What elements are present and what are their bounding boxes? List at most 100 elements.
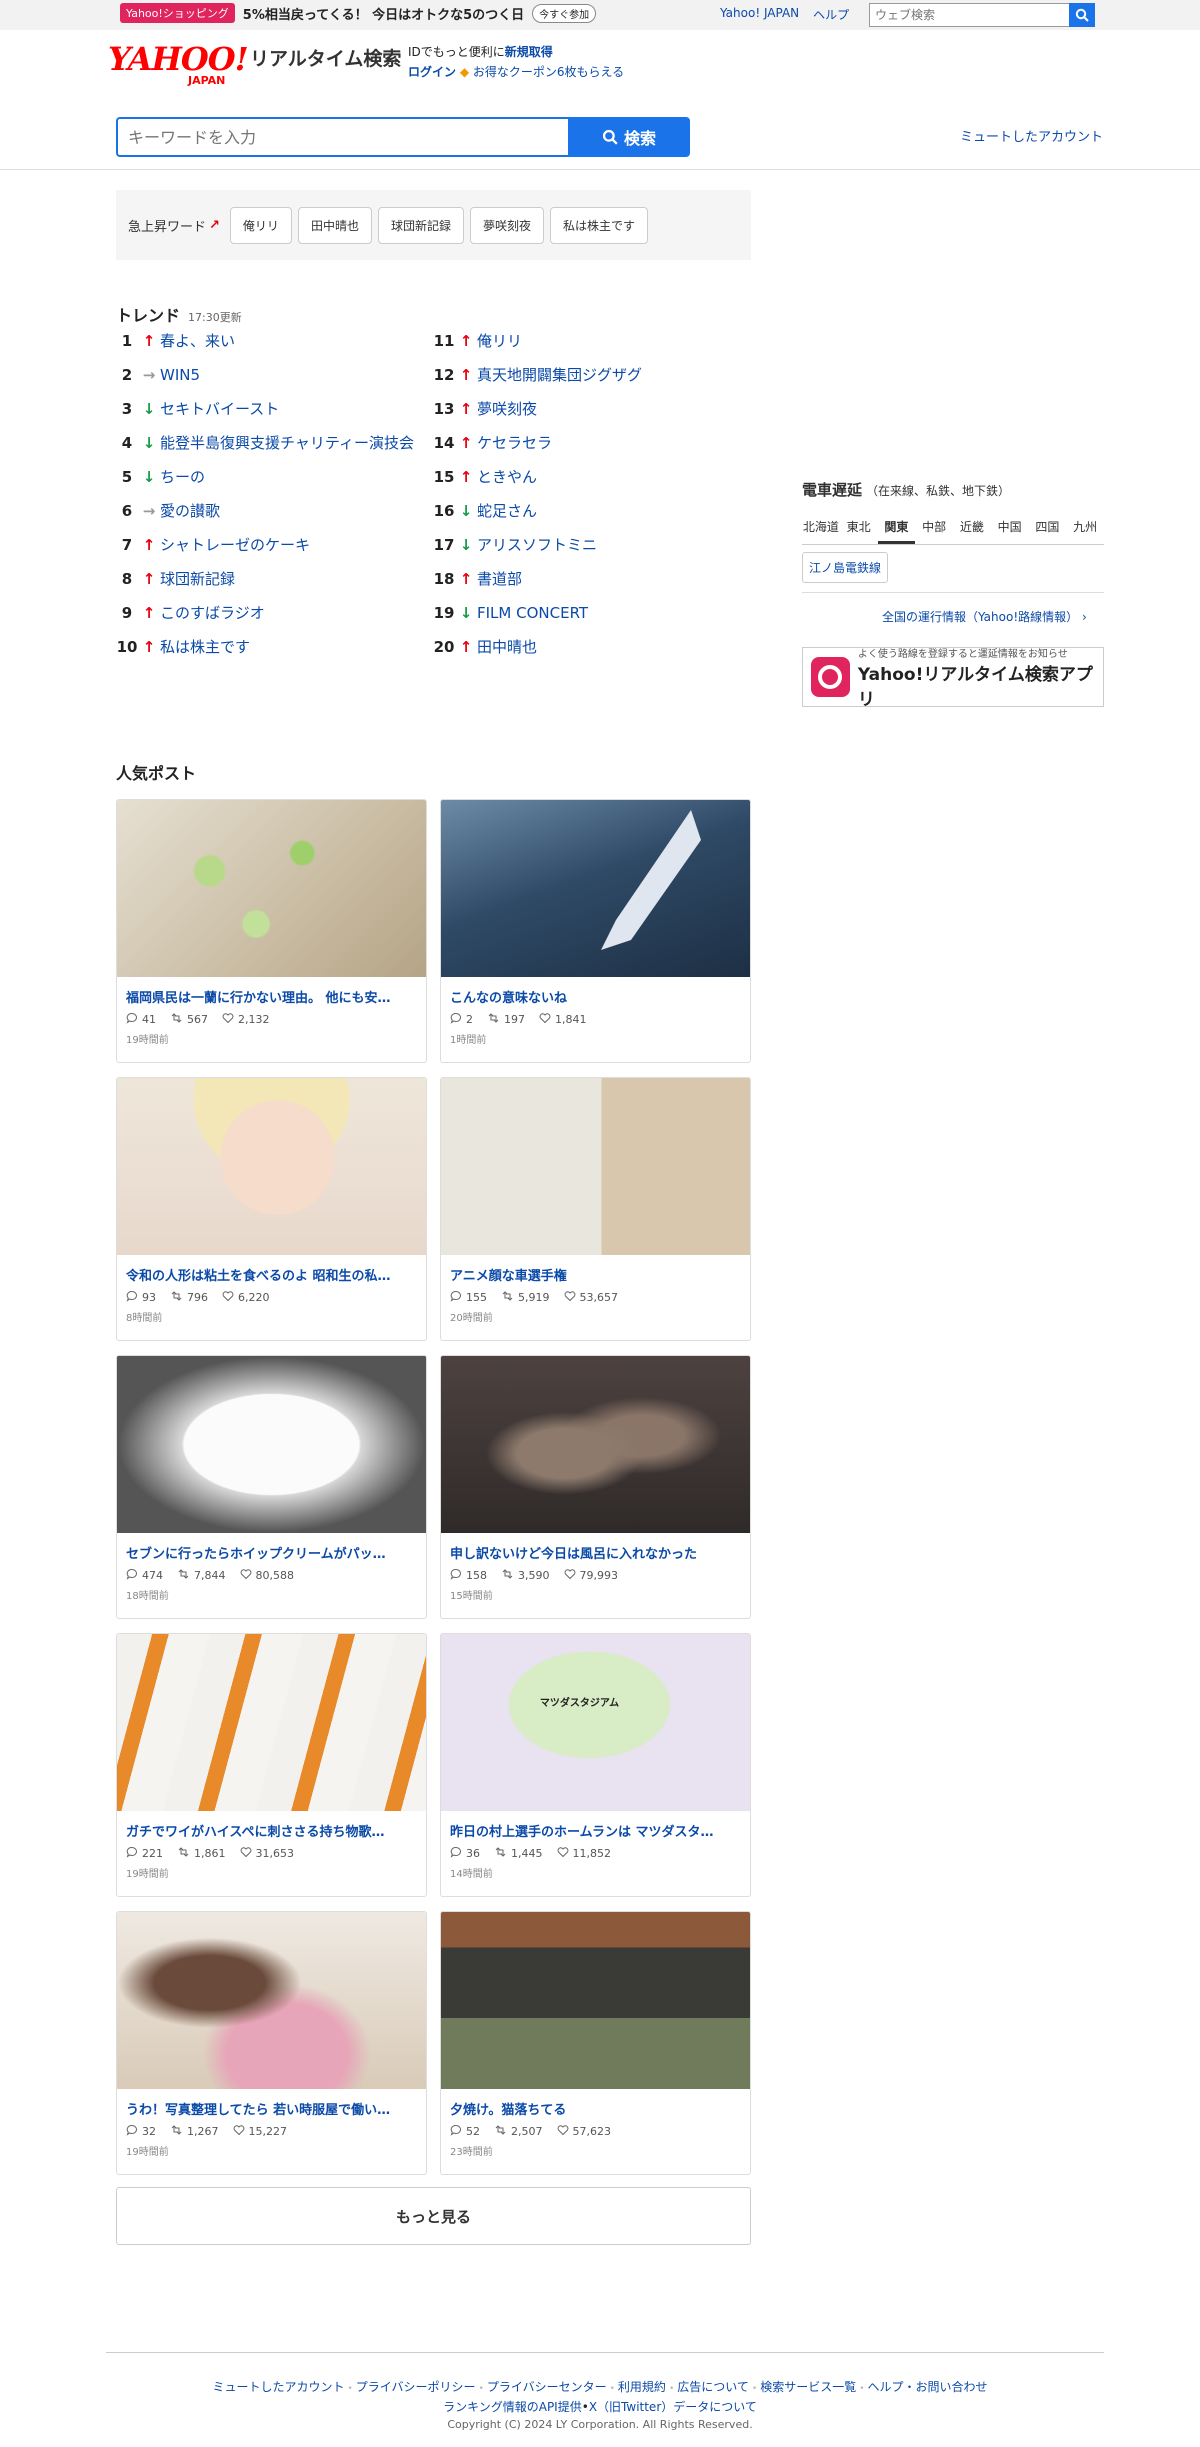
footer-link[interactable]: ミュートしたアカウント [212, 2380, 344, 2394]
rising-word-chip[interactable]: 私は株主です [549, 206, 648, 244]
region-tab[interactable]: 東北 [840, 512, 878, 544]
trend-item[interactable]: 3 ↓ セキトバイースト [116, 400, 426, 434]
trend-item[interactable]: 20 ↑ 田中晴也 [433, 638, 743, 672]
trend-word-link[interactable]: 能登半島復興支援チャリティー演技会 [160, 434, 426, 452]
web-search-button[interactable] [1069, 3, 1095, 27]
footer-link[interactable]: プライバシーセンター [487, 2380, 607, 2394]
post-image[interactable] [117, 1078, 426, 1255]
post-image[interactable] [441, 800, 750, 977]
post-card[interactable]: 令和の人形は粘土を食べるのよ 昭和生の私… 93 796 6,220 8時間前 [116, 1077, 427, 1341]
post-card[interactable]: マツダスタジアム 昨日の村上選手のホームランは マツダスタ… 36 1,445 11,8… [440, 1633, 751, 1897]
trend-word-link[interactable]: このすばラジオ [160, 604, 426, 622]
post-card[interactable]: アニメ顔な車選手権 155 5,919 53,657 20時間前 [440, 1077, 751, 1341]
post-title[interactable]: 申し訳ないけど今日は風呂に入れなかった [441, 1533, 750, 1562]
trend-word-link[interactable]: 俺リリ [477, 332, 743, 350]
trend-item[interactable]: 16 ↓ 蛇足さん [433, 502, 743, 536]
post-card[interactable]: 夕焼け。猫落ちてる 52 2,507 57,623 23時間前 [440, 1911, 751, 2175]
post-card[interactable]: ガチでワイがハイスペに刺ささる持ち物歌… 221 1,861 31,653 19時間前 [116, 1633, 427, 1897]
region-tab[interactable]: 四国 [1029, 512, 1067, 544]
trend-item[interactable]: 18 ↑ 書道部 [433, 570, 743, 604]
footer-link[interactable]: X（旧Twitter）データについて [589, 2400, 757, 2414]
post-card[interactable]: こんなの意味ないね 2 197 1,841 1時間前 [440, 799, 751, 1063]
service-name[interactable]: リアルタイム検索 [250, 44, 401, 71]
post-card[interactable]: うわ！写真整理してたら 若い時服屋で働い… 32 1,267 15,227 19時間前 [116, 1911, 427, 2175]
trend-word-link[interactable]: 球団新記録 [160, 570, 426, 588]
rising-word-chip[interactable]: 夢咲刻夜 [469, 206, 544, 244]
region-tab[interactable]: 北海道 [802, 512, 840, 544]
trend-word-link[interactable]: 真天地開闢集団ジグザグ [477, 366, 743, 384]
promo-join-button[interactable]: 今すぐ参加 [532, 3, 597, 23]
trend-item[interactable]: 1 ↑ 春よ、来い [116, 332, 426, 366]
footer-link[interactable]: ランキング情報のAPI提供 [443, 2400, 582, 2414]
muted-accounts-link[interactable]: ミュートしたアカウント [960, 126, 1103, 145]
more-button[interactable]: もっと見る [116, 2187, 751, 2245]
coupon-link[interactable]: お得なクーポン6枚もらえる [473, 65, 624, 79]
region-tab[interactable]: 近畿 [953, 512, 991, 544]
post-title[interactable]: 福岡県民は一蘭に行かない理由。 他にも安… [117, 977, 426, 1006]
trend-item[interactable]: 2 → WIN5 [116, 366, 426, 400]
app-banner[interactable]: よく使う路線を登録すると運延情報をお知らせ Yahoo!リアルタイム検索アプリ [802, 647, 1104, 710]
web-search-input[interactable] [869, 3, 1069, 27]
post-image[interactable] [441, 1912, 750, 2089]
trend-item[interactable]: 12 ↑ 真天地開闢集団ジグザグ [433, 366, 743, 400]
trend-item[interactable]: 10 ↑ 私は株主です [116, 638, 426, 672]
trend-word-link[interactable]: 書道部 [477, 570, 743, 588]
footer-link[interactable]: 広告について [677, 2380, 749, 2394]
trend-item[interactable]: 8 ↑ 球団新記録 [116, 570, 426, 604]
post-title[interactable]: 昨日の村上選手のホームランは マツダスタ… [441, 1811, 750, 1840]
trend-item[interactable]: 6 → 愛の讃歌 [116, 502, 426, 536]
region-tab[interactable]: 九州 [1066, 512, 1104, 544]
post-title[interactable]: 夕焼け。猫落ちてる [441, 2089, 750, 2118]
post-card[interactable]: セブンに行ったらホイップクリームがパッ… 474 7,844 80,588 18時間前 [116, 1355, 427, 1619]
trend-word-link[interactable]: 愛の讃歌 [160, 502, 426, 520]
post-image[interactable] [441, 1078, 750, 1255]
yahoo-japan-link[interactable]: Yahoo! JAPAN [720, 6, 799, 23]
post-image[interactable] [117, 800, 426, 977]
rising-word-chip[interactable]: 俺リリ [229, 206, 292, 244]
trend-item[interactable]: 11 ↑ 俺リリ [433, 332, 743, 366]
footer-link[interactable]: ヘルプ・お問い合わせ [868, 2380, 988, 2394]
promo-tag[interactable]: Yahoo!ショッピング [120, 3, 235, 23]
region-tab[interactable]: 中部 [915, 512, 953, 544]
region-tab[interactable]: 関東 [877, 512, 916, 544]
trend-item[interactable]: 14 ↑ ケセラセラ [433, 434, 743, 468]
promo-text[interactable]: 5%相当戻ってくる！ 今日はオトクな5のつく日 [243, 4, 524, 23]
post-title[interactable]: アニメ顔な車選手権 [441, 1255, 750, 1284]
trend-word-link[interactable]: ケセラセラ [477, 434, 743, 452]
trend-word-link[interactable]: シャトレーゼのケーキ [160, 536, 426, 554]
post-image[interactable]: マツダスタジアム [441, 1634, 750, 1811]
post-title[interactable]: うわ！写真整理してたら 若い時服屋で働い… [117, 2089, 426, 2118]
post-image[interactable] [441, 1356, 750, 1533]
operation-info-link[interactable]: 全国の運行情報（Yahoo!路線情報） › [882, 608, 1087, 625]
post-title[interactable]: 令和の人形は粘土を食べるのよ 昭和生の私… [117, 1255, 426, 1284]
trend-item[interactable]: 9 ↑ このすばラジオ [116, 604, 426, 638]
trend-word-link[interactable]: FILM CONCERT [477, 604, 743, 622]
post-title[interactable]: セブンに行ったらホイップクリームがパッ… [117, 1533, 426, 1562]
trend-item[interactable]: 4 ↓ 能登半島復興支援チャリティー演技会 [116, 434, 426, 468]
post-image[interactable] [117, 1912, 426, 2089]
login-link[interactable]: ログイン [408, 65, 456, 79]
promo-banner[interactable]: Yahoo!ショッピング 5%相当戻ってくる！ 今日はオトクな5のつく日 今すぐ… [120, 2, 597, 24]
trend-word-link[interactable]: ときやん [477, 468, 743, 486]
rising-word-chip[interactable]: 球団新記録 [377, 206, 464, 244]
footer-link[interactable]: 検索サービス一覧 [760, 2380, 856, 2394]
trend-word-link[interactable]: WIN5 [160, 366, 426, 384]
trend-word-link[interactable]: 私は株主です [160, 638, 426, 656]
region-tab[interactable]: 中国 [991, 512, 1029, 544]
trend-item[interactable]: 17 ↓ アリスソフトミニ [433, 536, 743, 570]
trend-word-link[interactable]: 蛇足さん [477, 502, 743, 520]
trend-item[interactable]: 7 ↑ シャトレーゼのケーキ [116, 536, 426, 570]
footer-link[interactable]: プライバシーポリシー [356, 2380, 476, 2394]
trend-word-link[interactable]: 夢咲刻夜 [477, 400, 743, 418]
register-link[interactable]: 新規取得 [505, 45, 553, 59]
trend-word-link[interactable]: セキトバイースト [160, 400, 426, 418]
delayed-line-chip[interactable]: 江ノ島電鉄線 [802, 552, 889, 583]
trend-item[interactable]: 5 ↓ ちーの [116, 468, 426, 502]
trend-word-link[interactable]: 春よ、来い [160, 332, 426, 350]
help-link[interactable]: ヘルプ [813, 6, 849, 23]
post-title[interactable]: こんなの意味ないね [441, 977, 750, 1006]
post-card[interactable]: 福岡県民は一蘭に行かない理由。 他にも安… 41 567 2,132 19時間前 [116, 799, 427, 1063]
post-card[interactable]: 申し訳ないけど今日は風呂に入れなかった 158 3,590 79,993 15時間前 [440, 1355, 751, 1619]
trend-word-link[interactable]: ちーの [160, 468, 426, 486]
post-title[interactable]: ガチでワイがハイスペに刺ささる持ち物歌… [117, 1811, 426, 1840]
